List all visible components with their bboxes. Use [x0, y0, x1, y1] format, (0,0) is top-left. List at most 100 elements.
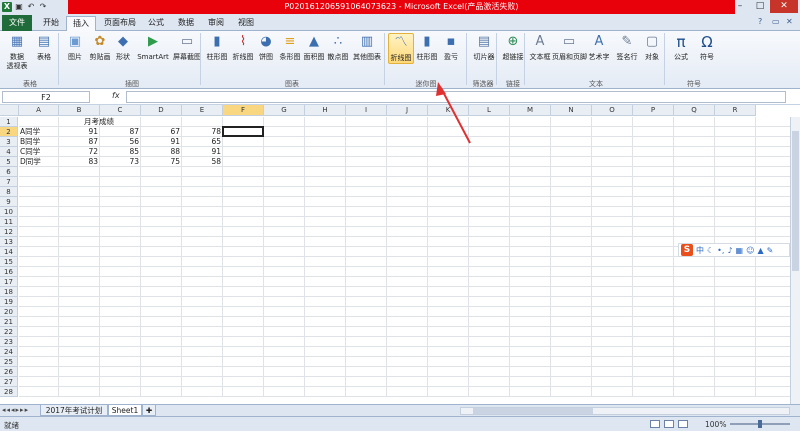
save-icon[interactable]: ▣ [14, 2, 24, 12]
column-header-C[interactable]: C [100, 105, 141, 116]
score-cell[interactable]: 91 [60, 127, 98, 136]
row-header-18[interactable]: 18 [0, 287, 18, 297]
tab-file[interactable]: 文件 [2, 15, 32, 31]
row-header-24[interactable]: 24 [0, 347, 18, 357]
ribbon-button-table[interactable]: ▤ 表格 [32, 33, 56, 62]
ribbon-button-signature[interactable]: ✎ 签名行 [614, 33, 640, 62]
score-cell[interactable]: 91 [183, 147, 221, 156]
column-header-K[interactable]: K [428, 105, 469, 116]
column-header-B[interactable]: B [59, 105, 100, 116]
row-header-28[interactable]: 28 [0, 387, 18, 397]
help-icon[interactable]: ? [758, 17, 762, 26]
tab-view[interactable]: 视图 [232, 16, 260, 31]
ribbon-button-area-chart[interactable]: ▲ 面积图 [302, 33, 326, 62]
ribbon-button-other-charts[interactable]: ▥ 其他图表 [350, 33, 384, 62]
column-header-L[interactable]: L [469, 105, 510, 116]
tab-review[interactable]: 审阅 [202, 16, 230, 31]
ribbon-button-sparkline-column[interactable]: ▮ 柱形图 [414, 33, 440, 62]
score-cell[interactable]: 58 [183, 157, 221, 166]
ribbon-button-sparkline-line[interactable]: 〽折线图 [388, 33, 414, 64]
ribbon-button-line-chart[interactable]: ⌇ 折线图 [230, 33, 256, 62]
row-header-20[interactable]: 20 [0, 307, 18, 317]
row-header-12[interactable]: 12 [0, 227, 18, 237]
row-header-11[interactable]: 11 [0, 217, 18, 227]
sheet-title-cell[interactable]: 月考成绩 [84, 117, 114, 126]
row-header-8[interactable]: 8 [0, 187, 18, 197]
ime-mode-label[interactable]: 中 [696, 245, 704, 256]
ribbon-button-column-chart[interactable]: ▮ 柱形图 [204, 33, 230, 62]
score-cell[interactable]: 67 [142, 127, 180, 136]
tab-insert[interactable]: 插入 [66, 16, 96, 32]
ribbon-button-slicer[interactable]: ▤ 切片器 [470, 33, 498, 62]
excel-logo-icon[interactable]: X [2, 2, 12, 12]
row-header-9[interactable]: 9 [0, 197, 18, 207]
ribbon-minimize-icon[interactable]: ▭ [772, 17, 780, 26]
tab-data[interactable]: 数据 [172, 16, 200, 31]
ribbon-button-clipart[interactable]: ✿ 剪贴画 [88, 33, 112, 62]
select-all-corner[interactable] [0, 105, 19, 116]
row-header-17[interactable]: 17 [0, 277, 18, 287]
score-cell[interactable]: 65 [183, 137, 221, 146]
page-layout-view-icon[interactable] [664, 420, 674, 428]
ribbon-button-sparkline-winloss[interactable]: ▪ 盈亏 [440, 33, 462, 62]
score-cell[interactable]: 87 [101, 127, 139, 136]
ribbon-button-pivot-table[interactable]: ▦ 数据 透视表 [4, 33, 30, 71]
row-header-2[interactable]: 2 [0, 127, 18, 137]
zoom-level[interactable]: 100% [705, 420, 726, 429]
row-header-22[interactable]: 22 [0, 327, 18, 337]
maximize-button[interactable]: □ [750, 0, 770, 13]
score-cell[interactable]: 87 [60, 137, 98, 146]
score-cell[interactable]: 85 [101, 147, 139, 156]
horizontal-scroll-thumb[interactable] [473, 408, 593, 414]
horizontal-scrollbar[interactable] [460, 407, 790, 415]
row-header-25[interactable]: 25 [0, 357, 18, 367]
keyboard-icon[interactable]: ▦ [736, 246, 744, 255]
row-header-14[interactable]: 14 [0, 247, 18, 257]
new-sheet-icon[interactable]: ✚ [142, 405, 156, 416]
tools-icon[interactable]: ✎ [767, 246, 774, 255]
score-cell[interactable]: 83 [60, 157, 98, 166]
ime-toolbar[interactable]: S 中 ☾ •, ♪ ▦ ☺ ▲ ✎ [678, 243, 790, 257]
ribbon-button-scatter-chart[interactable]: ∴ 散点图 [326, 33, 350, 62]
tab-formulas[interactable]: 公式 [142, 16, 170, 31]
row-header-23[interactable]: 23 [0, 337, 18, 347]
row-header-15[interactable]: 15 [0, 257, 18, 267]
column-header-O[interactable]: O [592, 105, 633, 116]
row-header-21[interactable]: 21 [0, 317, 18, 327]
column-header-D[interactable]: D [141, 105, 182, 116]
redo-icon[interactable]: ↷ [38, 2, 48, 12]
punctuation-icon[interactable]: •, [717, 246, 724, 255]
row-header-26[interactable]: 26 [0, 367, 18, 377]
vertical-scroll-thumb[interactable] [792, 131, 799, 271]
ribbon-button-hyperlink[interactable]: ⊕ 超链接 [500, 33, 526, 62]
ribbon-button-pie-chart[interactable]: ◕ 饼图 [256, 33, 276, 62]
ribbon-button-wordart[interactable]: A 艺术字 [586, 33, 612, 62]
undo-icon[interactable]: ↶ [26, 2, 36, 12]
row-header-6[interactable]: 6 [0, 167, 18, 177]
column-header-A[interactable]: A [19, 105, 59, 116]
student-name-cell[interactable]: C同学 [20, 147, 57, 156]
sheet-tab-sheet1[interactable]: Sheet1 [108, 405, 142, 416]
ribbon-button-screenshot[interactable]: ▭ 屏幕截图 [172, 33, 202, 62]
column-header-G[interactable]: G [264, 105, 305, 116]
formula-input[interactable] [126, 91, 786, 103]
row-header-10[interactable]: 10 [0, 207, 18, 217]
ribbon-button-symbol[interactable]: Ω 符号 [694, 33, 720, 62]
row-header-19[interactable]: 19 [0, 297, 18, 307]
column-header-Q[interactable]: Q [674, 105, 715, 116]
column-header-H[interactable]: H [305, 105, 346, 116]
tab-page-layout[interactable]: 页面布局 [100, 16, 140, 31]
ribbon-button-shapes[interactable]: ◆ 形状 [112, 33, 134, 62]
row-header-27[interactable]: 27 [0, 377, 18, 387]
row-header-3[interactable]: 3 [0, 137, 18, 147]
ribbon-button-object[interactable]: ▢ 对象 [640, 33, 664, 62]
column-header-M[interactable]: M [510, 105, 551, 116]
sogou-logo-icon[interactable]: S [681, 244, 693, 256]
zoom-slider-knob[interactable] [758, 420, 762, 428]
score-cell[interactable]: 56 [101, 137, 139, 146]
student-name-cell[interactable]: D同学 [20, 157, 57, 166]
score-cell[interactable]: 72 [60, 147, 98, 156]
column-header-I[interactable]: I [346, 105, 387, 116]
row-header-1[interactable]: 1 [0, 117, 18, 127]
ribbon-button-header-footer[interactable]: ▭ 页眉和页脚 [552, 33, 587, 62]
